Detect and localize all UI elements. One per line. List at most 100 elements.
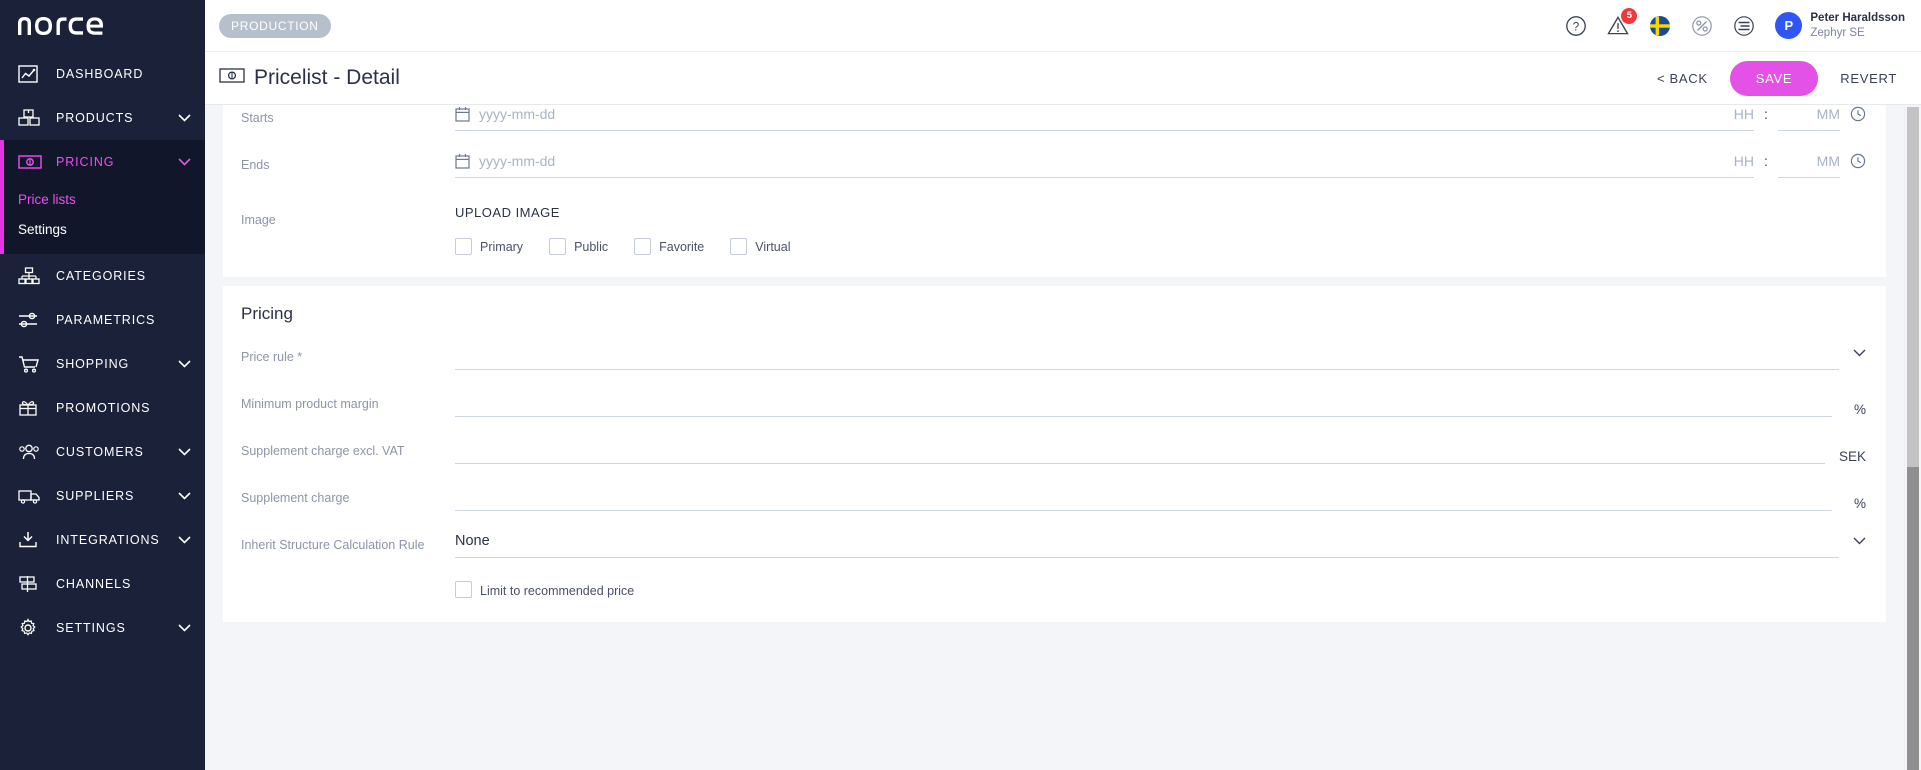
minimum-product-margin-field: %	[455, 383, 1886, 417]
starts-minute-input[interactable]: MM	[1778, 105, 1840, 131]
limit-recommended-price-row: Limit to recommended price	[223, 571, 1886, 598]
ends-date-input[interactable]: yyyy-mm-dd	[455, 144, 1692, 178]
sidebar-item-products[interactable]: PRODUCTS	[0, 96, 205, 140]
supplement-charge-field: %	[455, 477, 1886, 511]
save-button[interactable]: SAVE	[1729, 60, 1819, 96]
starts-hour-input[interactable]: HH	[1692, 105, 1754, 131]
supplement-charge-excl-vat-row: Supplement charge excl. VAT SEK	[223, 430, 1886, 477]
gear-icon	[18, 618, 44, 638]
image-row: Image UPLOAD IMAGE Primary Public Favori…	[223, 191, 1886, 255]
content-scroll-area[interactable]: Starts yyyy-mm-dd HH : MM Ends yyyy-mm-d…	[205, 105, 1921, 770]
topbar-actions: ? 5 P Peter Haraldsson Zephyr SE	[1565, 7, 1905, 41]
sidebar: DASHBOARD PRODUCTS PRICING Price lists S…	[0, 0, 205, 770]
sidebar-group-pricing-inner: PRICING Price lists Settings	[0, 140, 205, 254]
sidebar-item-dashboard[interactable]: DASHBOARD	[0, 52, 205, 96]
content-inner: Starts yyyy-mm-dd HH : MM Ends yyyy-mm-d…	[205, 105, 1904, 770]
sidebar-item-customers[interactable]: CUSTOMERS	[0, 430, 205, 474]
inherit-structure-calculation-rule-select[interactable]: None	[455, 524, 1839, 558]
checkbox-public-label: Public	[574, 239, 609, 254]
sidebar-item-channels[interactable]: CHANNELS	[0, 562, 205, 606]
calendar-icon	[455, 153, 470, 169]
checkbox-primary[interactable]	[455, 238, 472, 255]
page-title-text: Pricelist - Detail	[254, 66, 400, 89]
sidebar-item-categories[interactable]: CATEGORIES	[0, 254, 205, 298]
users-icon	[18, 442, 44, 462]
upload-image-button[interactable]: UPLOAD IMAGE	[455, 199, 1866, 226]
percent-icon[interactable]	[1691, 15, 1713, 37]
boxes-icon	[18, 108, 44, 128]
download-tray-icon	[18, 530, 44, 550]
checkbox-public[interactable]	[549, 238, 567, 255]
sidebar-item-parametrics[interactable]: PARAMETRICS	[0, 298, 205, 342]
flag-sweden-icon[interactable]	[1649, 15, 1671, 37]
chevron-down-icon	[178, 360, 191, 368]
image-field: UPLOAD IMAGE Primary Public Favorite Vir…	[455, 199, 1886, 255]
supplement-charge-row: Supplement charge %	[223, 477, 1886, 524]
starts-row: Starts yyyy-mm-dd HH : MM	[223, 105, 1886, 144]
topbar: PRODUCTION ? 5 P Peter Haraldsson Zephyr…	[205, 0, 1921, 52]
sidebar-item-shopping[interactable]: SHOPPING	[0, 342, 205, 386]
sidebar-item-integrations[interactable]: INTEGRATIONS	[0, 518, 205, 562]
ends-minute-input[interactable]: MM	[1778, 144, 1840, 178]
price-rule-row: Price rule *	[223, 336, 1886, 383]
starts-date-placeholder: yyyy-mm-dd	[479, 105, 556, 122]
sidebar-item-label: SETTINGS	[56, 621, 126, 635]
supplement-charge-excl-vat-input[interactable]	[455, 430, 1825, 464]
checkbox-virtual[interactable]	[730, 238, 748, 255]
ends-row: Ends yyyy-mm-dd HH : MM	[223, 144, 1886, 191]
vertical-scrollbar-thumb-upper[interactable]	[1907, 107, 1919, 467]
chevron-down-icon[interactable]	[1839, 336, 1866, 370]
back-button[interactable]: < BACK	[1657, 71, 1708, 86]
pricing-card: Pricing Price rule * Minimum product mar…	[223, 286, 1886, 622]
sidebar-item-label: PROMOTIONS	[56, 401, 151, 415]
stack-list-icon[interactable]	[1733, 15, 1755, 37]
brand-logo[interactable]	[0, 0, 205, 52]
chevron-down-icon	[178, 536, 191, 544]
sidebar-item-label: SHOPPING	[56, 357, 130, 371]
price-rule-select[interactable]	[455, 336, 1839, 370]
sidebar-subitem-settings[interactable]: Settings	[0, 214, 205, 244]
minimum-product-margin-input[interactable]	[455, 383, 1832, 417]
checkbox-favorite[interactable]	[634, 238, 652, 255]
supplement-charge-excl-vat-label: Supplement charge excl. VAT	[241, 444, 405, 458]
warning-icon[interactable]: 5	[1607, 7, 1638, 37]
supplement-charge-input[interactable]	[455, 477, 1832, 511]
chevron-down-icon	[178, 624, 191, 632]
sliders-icon	[18, 310, 44, 330]
user-organization: Zephyr SE	[1810, 26, 1865, 39]
checkbox-limit-recommended-price[interactable]	[455, 581, 472, 598]
chevron-down-icon[interactable]	[1839, 524, 1866, 558]
ends-hour-input[interactable]: HH	[1692, 144, 1754, 178]
norce-logo-icon	[18, 17, 103, 35]
clock-icon[interactable]	[1850, 144, 1866, 178]
sidebar-item-pricing[interactable]: PRICING	[0, 140, 205, 184]
help-icon[interactable]: ?	[1565, 15, 1587, 37]
clock-icon[interactable]	[1850, 105, 1866, 131]
user-menu[interactable]: P Peter Haraldsson Zephyr SE	[1775, 11, 1905, 41]
supplement-charge-label: Supplement charge	[241, 491, 350, 505]
checkbox-primary-label: Primary	[480, 239, 524, 254]
app-root: DASHBOARD PRODUCTS PRICING Price lists S…	[0, 0, 1921, 770]
sidebar-item-settings[interactable]: SETTINGS	[0, 606, 205, 650]
image-label: Image	[241, 213, 276, 227]
ends-label: Ends	[241, 158, 270, 172]
avatar: P	[1775, 12, 1803, 39]
checkbox-limit-recommended-price-label: Limit to recommended price	[480, 584, 635, 598]
sidebar-item-promotions[interactable]: PROMOTIONS	[0, 386, 205, 430]
starts-date-input[interactable]: yyyy-mm-dd	[455, 105, 1692, 131]
sidebar-item-label: CHANNELS	[56, 577, 132, 591]
chart-line-icon	[18, 64, 44, 84]
supplement-charge-excl-vat-suffix: SEK	[1838, 449, 1866, 464]
starts-field: yyyy-mm-dd HH : MM	[455, 105, 1886, 131]
user-name: Peter Haraldsson	[1810, 11, 1905, 24]
sidebar-item-label: PRODUCTS	[56, 111, 134, 125]
sidebar-item-suppliers[interactable]: SUPPLIERS	[0, 474, 205, 518]
sidebar-item-label: PARAMETRICS	[56, 313, 156, 327]
gift-icon	[18, 398, 44, 418]
revert-button[interactable]: REVERT	[1840, 71, 1897, 86]
vertical-scrollbar-thumb[interactable]	[1907, 467, 1919, 770]
channels-icon	[18, 574, 44, 594]
sidebar-item-label: DASHBOARD	[56, 67, 144, 81]
vertical-scrollbar-track[interactable]	[1904, 105, 1921, 770]
sidebar-subitem-price-lists[interactable]: Price lists	[0, 184, 205, 214]
